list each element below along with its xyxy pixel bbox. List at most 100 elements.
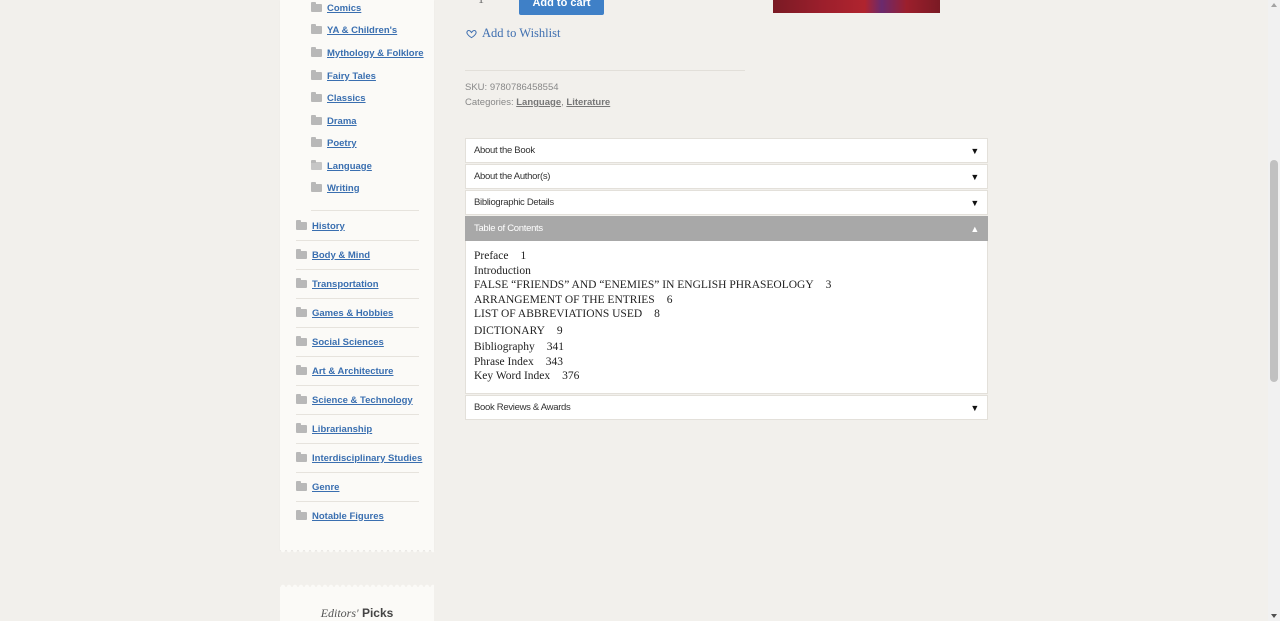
category-link[interactable]: Games & Hobbies [312, 308, 393, 319]
category-link[interactable]: Notable Figures [312, 511, 384, 522]
tab-about-the-authors[interactable]: About the Author(s) ▼ [465, 164, 988, 189]
category-link[interactable]: Social Sciences [312, 337, 384, 348]
quantity-input[interactable]: 1 [478, 0, 484, 7]
sidebar-item-social-sciences[interactable]: Social Sciences [296, 332, 384, 352]
folder-icon [311, 115, 322, 125]
toc-entry: DICTIONARY 9 [474, 324, 979, 339]
sku-line: SKU: 9780786458554 [465, 82, 559, 93]
tab-table-of-contents[interactable]: Table of Contents ▲ [465, 216, 988, 241]
tab-label: Table of Contents [474, 223, 543, 234]
sidebar-subitem-fairy-tales[interactable]: Fairy Tales [311, 66, 376, 86]
category-link[interactable]: Body & Mind [312, 250, 370, 261]
toc-entry: ARRANGEMENT OF THE ENTRIES 6 [474, 293, 979, 308]
category-link[interactable]: Poetry [327, 138, 357, 149]
tab-about-the-book[interactable]: About the Book ▼ [465, 138, 988, 163]
folder-icon [311, 47, 322, 57]
category-link[interactable]: Transportation [312, 279, 379, 290]
category-link[interactable]: Art & Architecture [312, 366, 393, 377]
sidebar-item-genre[interactable]: Genre [296, 477, 339, 497]
sidebar-item-science-technology[interactable]: Science & Technology [296, 390, 413, 410]
category-link[interactable]: YA & Children's [327, 25, 397, 36]
add-to-cart-button[interactable]: Add to cart [519, 0, 604, 15]
sidebar-item-notable-figures[interactable]: Notable Figures [296, 506, 384, 526]
category-link[interactable]: Science & Technology [312, 395, 413, 406]
folder-icon [296, 336, 307, 346]
toc-title: DICTIONARY [474, 324, 545, 337]
folder-icon [296, 423, 307, 433]
heart-icon [466, 30, 477, 39]
folder-icon [296, 220, 307, 230]
sidebar-subitem-poetry[interactable]: Poetry [311, 133, 357, 153]
category-link[interactable]: Librarianship [312, 424, 372, 435]
divider [296, 501, 419, 502]
divider [296, 443, 419, 444]
sku-label: SKU: [465, 82, 488, 93]
category-link-language[interactable]: Language [516, 97, 561, 108]
editors-picks-title: Editors' Picks [280, 606, 434, 621]
open-folder-icon [311, 160, 322, 170]
sidebar-subitem-drama[interactable]: Drama [311, 111, 357, 131]
sku-value: 9780786458554 [489, 82, 559, 93]
folder-icon [311, 70, 322, 80]
category-link[interactable]: History [312, 221, 345, 232]
folder-icon [311, 137, 322, 147]
expand-arrow-icon: ▼ [970, 145, 979, 156]
editors-title-italic: Editors' [320, 606, 359, 620]
tab-bibliographic-details[interactable]: Bibliographic Details ▼ [465, 190, 988, 215]
category-link[interactable]: Mythology & Folklore [327, 48, 424, 59]
expand-arrow-icon: ▼ [970, 171, 979, 182]
sidebar-subitem-ya-childrens[interactable]: YA & Children's [311, 20, 397, 40]
category-link[interactable]: Drama [327, 116, 357, 127]
divider [296, 298, 419, 299]
sidebar-subitem-writing[interactable]: Writing [311, 178, 360, 198]
table-of-contents-panel: Preface 1 Introduction FALSE “FRIENDS” AN… [465, 241, 988, 394]
sidebar-subitem-comics[interactable]: Comics [311, 0, 361, 18]
editors-title-bold: Picks [361, 606, 394, 620]
divider [465, 70, 745, 71]
folder-icon [296, 481, 307, 491]
scroll-down-arrow-icon[interactable] [1271, 614, 1277, 618]
toc-page: 343 [545, 355, 563, 368]
toc-page: 1 [520, 250, 527, 262]
category-link[interactable]: Interdisciplinary Studies [312, 453, 422, 464]
category-link[interactable]: Language [327, 161, 372, 172]
category-link[interactable]: Genre [312, 482, 339, 493]
category-sidebar: Comics YA & Children's Mythology & Folkl… [280, 0, 434, 553]
sidebar-item-interdisciplinary[interactable]: Interdisciplinary Studies [296, 448, 422, 468]
add-to-wishlist-link[interactable]: Add to Wishlist [466, 26, 560, 41]
folder-icon [311, 182, 322, 192]
category-link[interactable]: Classics [327, 93, 366, 104]
book-cover-image[interactable] [773, 0, 940, 13]
divider [296, 269, 419, 270]
category-link-literature[interactable]: Literature [566, 97, 610, 108]
toc-page: 8 [654, 308, 660, 320]
toc-entry: Preface 1 [474, 249, 979, 264]
folder-icon [296, 394, 307, 404]
sidebar-subitem-mythology[interactable]: Mythology & Folklore [311, 43, 424, 63]
tab-label: About the Author(s) [474, 171, 551, 182]
tab-label: Bibliographic Details [474, 197, 554, 208]
toc-page: 3 [825, 279, 832, 291]
category-link[interactable]: Comics [327, 3, 361, 14]
category-separator: , [561, 97, 564, 108]
toc-page: 341 [546, 341, 564, 353]
toc-title: Phrase Index [474, 355, 534, 368]
sidebar-subitem-language[interactable]: Language [311, 156, 372, 176]
sidebar-item-librarianship[interactable]: Librarianship [296, 419, 372, 439]
sidebar-item-transportation[interactable]: Transportation [296, 274, 379, 294]
vertical-scrollbar[interactable] [1268, 0, 1280, 621]
folder-icon [296, 452, 307, 462]
collapse-arrow-icon: ▲ [970, 223, 979, 234]
sidebar-item-history[interactable]: History [296, 216, 345, 236]
toc-entry: Introduction [474, 264, 979, 279]
scroll-up-arrow-icon[interactable] [1271, 3, 1277, 7]
sidebar-subitem-classics[interactable]: Classics [311, 88, 366, 108]
expand-arrow-icon: ▼ [970, 402, 979, 413]
tab-book-reviews-awards[interactable]: Book Reviews & Awards ▼ [465, 395, 988, 420]
category-link[interactable]: Writing [327, 183, 360, 194]
sidebar-item-body-mind[interactable]: Body & Mind [296, 245, 370, 265]
scrollbar-thumb[interactable] [1270, 160, 1278, 382]
category-link[interactable]: Fairy Tales [327, 71, 376, 82]
sidebar-item-art-architecture[interactable]: Art & Architecture [296, 361, 393, 381]
sidebar-item-games-hobbies[interactable]: Games & Hobbies [296, 303, 393, 323]
